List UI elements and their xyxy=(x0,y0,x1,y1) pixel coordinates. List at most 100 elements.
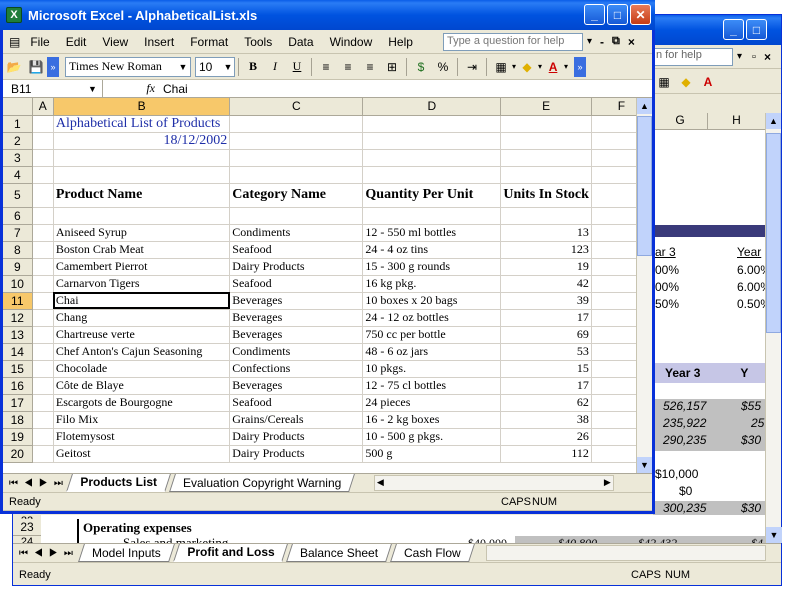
menu-insert[interactable]: Insert xyxy=(136,35,182,49)
cell-quantity-per-unit[interactable]: 500 g xyxy=(362,445,502,463)
cell-a[interactable] xyxy=(32,428,54,446)
cell-units-in-stock[interactable] xyxy=(500,149,592,167)
help-search-input[interactable]: Type a question for help xyxy=(442,32,583,51)
scroll-up-icon[interactable]: ▲ xyxy=(637,98,652,114)
row-header[interactable]: 15 xyxy=(3,360,33,378)
cell-product-name[interactable]: Carnarvon Tigers xyxy=(53,275,231,293)
background-sheet-tabs[interactable]: ⏮◀▶⏭ Model Inputs Profit and Loss Balanc… xyxy=(13,543,781,563)
merge-center-icon[interactable]: ⊞ xyxy=(381,57,403,77)
cell-a[interactable] xyxy=(32,394,54,412)
help-search-bg[interactable]: n for help xyxy=(653,47,733,66)
cell-units-in-stock[interactable]: 17 xyxy=(500,377,592,395)
dropdown-arrow-icon[interactable]: ▾ xyxy=(737,51,742,62)
tab-scroll-icons[interactable]: ⏮◀▶⏭ xyxy=(19,548,79,559)
select-all-corner[interactable] xyxy=(3,98,33,116)
cell-category-name[interactable]: Seafood xyxy=(229,241,364,259)
align-center-icon[interactable]: ≡ xyxy=(337,57,359,77)
cell-a[interactable] xyxy=(32,445,54,463)
row-header[interactable]: 13 xyxy=(3,326,33,344)
toolbar-options-icon[interactable]: » xyxy=(47,56,59,77)
cell-product-name[interactable]: 18/12/2002 xyxy=(53,132,231,150)
vertical-scrollbar[interactable]: ▲ ▼ xyxy=(636,98,652,473)
menu-tools[interactable]: Tools xyxy=(236,35,280,49)
font-name-select[interactable]: Times New Roman ▼ xyxy=(65,56,191,77)
cell-product-name[interactable]: Chang xyxy=(53,309,231,327)
row-header[interactable]: 16 xyxy=(3,377,33,395)
help-dropdown-icon[interactable]: ▾ xyxy=(583,36,596,47)
tab-products-list[interactable]: Products List xyxy=(65,474,171,492)
open-icon[interactable]: 📂 xyxy=(3,57,25,77)
cell-category-name[interactable]: Beverages xyxy=(229,292,364,310)
cell-product-name[interactable]: Chocolade xyxy=(53,360,231,378)
scroll-left-icon[interactable]: ◀ xyxy=(377,477,384,488)
row-header[interactable]: 17 xyxy=(3,394,33,412)
close-workbook-icon[interactable]: × xyxy=(624,35,639,49)
cell-units-in-stock[interactable]: 112 xyxy=(500,445,592,463)
cell-category-name[interactable] xyxy=(229,149,364,167)
cell-units-in-stock[interactable]: 38 xyxy=(500,411,592,429)
cell-category-name[interactable]: Beverages xyxy=(229,309,364,327)
cell-units-in-stock[interactable]: 17 xyxy=(500,309,592,327)
tab-evaluation-copyright-warning[interactable]: Evaluation Copyright Warning xyxy=(168,474,355,492)
borders-icon[interactable]: ▦ xyxy=(490,57,512,77)
row-header[interactable]: 6 xyxy=(3,207,33,225)
indent-icon[interactable]: ⇥ xyxy=(461,57,483,77)
cell-product-name[interactable]: Camembert Pierrot xyxy=(53,258,231,276)
align-right-icon[interactable]: ≡ xyxy=(359,57,381,77)
cell-units-in-stock[interactable]: 15 xyxy=(500,360,592,378)
row-header[interactable]: 19 xyxy=(3,428,33,446)
cell-a[interactable] xyxy=(32,224,54,242)
cell-category-name[interactable]: Dairy Products xyxy=(229,445,364,463)
underline-icon[interactable]: U xyxy=(286,57,308,77)
font-color-dropdown-icon[interactable]: ▾ xyxy=(564,62,568,71)
align-left-icon[interactable]: ≡ xyxy=(315,57,337,77)
borders-icon[interactable]: ▦ xyxy=(653,72,675,92)
cell-units-in-stock[interactable]: 39 xyxy=(500,292,592,310)
cell-product-name[interactable]: Escargots de Bourgogne xyxy=(53,394,231,412)
scroll-right-icon[interactable]: ▶ xyxy=(604,477,611,488)
cell-product-name[interactable]: Boston Crab Meat xyxy=(53,241,231,259)
cell-quantity-per-unit[interactable]: 12 - 75 cl bottles xyxy=(362,377,502,395)
row-header[interactable]: 18 xyxy=(3,411,33,429)
cell-quantity-per-unit[interactable]: Quantity Per Unit xyxy=(362,183,502,208)
col-header-e[interactable]: E xyxy=(500,98,592,116)
cell-quantity-per-unit[interactable] xyxy=(362,166,502,184)
font-color-icon[interactable]: A xyxy=(542,57,564,77)
cell-category-name[interactable]: Category Name xyxy=(229,183,364,208)
scroll-down-icon[interactable]: ▼ xyxy=(637,457,652,473)
name-box[interactable]: B11 ▼ xyxy=(3,79,103,98)
cell-category-name[interactable]: Beverages xyxy=(229,326,364,344)
cell-units-in-stock[interactable] xyxy=(500,166,592,184)
formula-input[interactable]: Chai xyxy=(163,82,188,96)
cell-quantity-per-unit[interactable]: 48 - 6 oz jars xyxy=(362,343,502,361)
cell-quantity-per-unit[interactable]: 24 - 12 oz bottles xyxy=(362,309,502,327)
cell-units-in-stock[interactable]: 53 xyxy=(500,343,592,361)
menu-edit[interactable]: Edit xyxy=(58,35,95,49)
background-rows[interactable]: 22 23 Operating expenses 24 Sales and ma… xyxy=(13,515,765,550)
title-bar[interactable]: X Microsoft Excel - AlphabeticalList.xls… xyxy=(0,0,655,30)
cell-quantity-per-unit[interactable]: 16 kg pkg. xyxy=(362,275,502,293)
row-header[interactable]: 12 xyxy=(3,309,33,327)
menu-view[interactable]: View xyxy=(94,35,136,49)
cell-category-name[interactable] xyxy=(229,207,364,225)
cell-a[interactable] xyxy=(32,292,54,310)
cell-product-name[interactable]: Geitost xyxy=(53,445,231,463)
save-icon[interactable]: 💾 xyxy=(25,57,47,77)
cell-product-name[interactable]: Alphabetical List of Products xyxy=(53,115,231,133)
cell-category-name[interactable]: Confections xyxy=(229,360,364,378)
cell-a[interactable] xyxy=(32,241,54,259)
cell-a[interactable] xyxy=(32,309,54,327)
restore-icon[interactable]: ▫ xyxy=(752,51,756,63)
cell-quantity-per-unit[interactable]: 24 - 4 oz tins xyxy=(362,241,502,259)
cell-category-name[interactable]: Condiments xyxy=(229,343,364,361)
cell-units-in-stock[interactable]: Units In Stock xyxy=(500,183,592,208)
cell-category-name[interactable]: Dairy Products xyxy=(229,258,364,276)
cell-a[interactable] xyxy=(32,115,54,133)
cell-a[interactable] xyxy=(32,343,54,361)
fill-color-icon[interactable]: ◆ xyxy=(516,57,538,77)
cell-units-in-stock[interactable]: 69 xyxy=(500,326,592,344)
cell-product-name[interactable]: Chartreuse verte xyxy=(53,326,231,344)
row-header[interactable]: 4 xyxy=(3,166,33,184)
row-header[interactable]: 5 xyxy=(3,183,33,208)
cell-units-in-stock[interactable]: 19 xyxy=(500,258,592,276)
